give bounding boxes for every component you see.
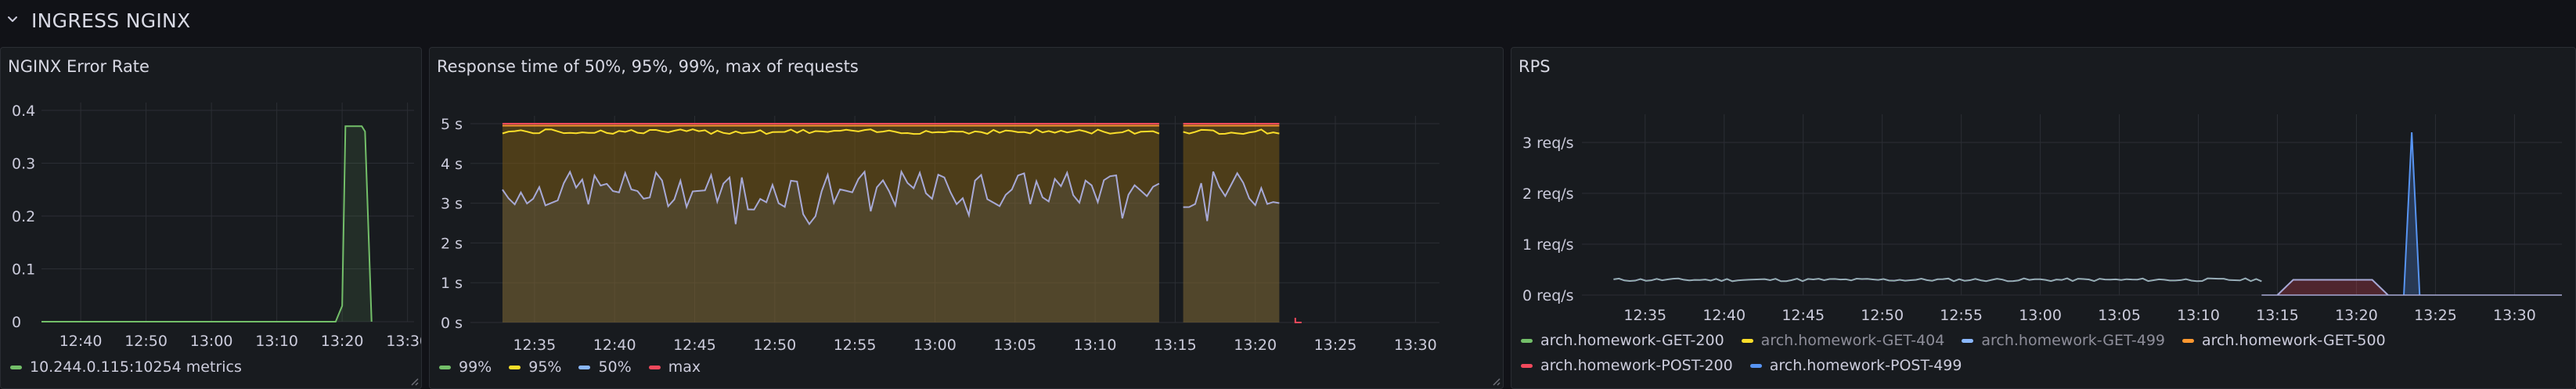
legend-label: 95% bbox=[528, 358, 562, 376]
x-tick-label: 12:40 bbox=[593, 337, 636, 354]
x-tick-label: 12:35 bbox=[513, 337, 556, 354]
legend-item[interactable]: arch.homework-GET-200 bbox=[1521, 331, 1724, 350]
x-tick-label: 12:50 bbox=[124, 333, 168, 350]
x-tick-label: 13:15 bbox=[1154, 337, 1197, 354]
x-tick-label: 13:20 bbox=[1234, 337, 1277, 354]
y-tick-label: 4 s bbox=[441, 156, 463, 173]
legend-label: max bbox=[668, 358, 701, 376]
x-tick-label: 13:05 bbox=[2098, 307, 2141, 324]
error-rate-chart: 0 0.1 0.2 0.3 0.4 12:40 12:50 13:00 13:10 13:20 13… bbox=[12, 103, 422, 350]
legend-label: arch.homework-POST-200 bbox=[1540, 357, 1733, 374]
legend-item[interactable]: 10.244.0.115:10254 metrics bbox=[10, 358, 242, 376]
chevron-down-icon[interactable] bbox=[6, 13, 19, 26]
legend-swatch bbox=[578, 365, 591, 369]
x-tick-label: 12:55 bbox=[834, 337, 877, 354]
row-header[interactable]: INGRESS NGINX bbox=[0, 0, 2576, 41]
x-tick-label: 13:30 bbox=[1394, 337, 1437, 354]
legend-item[interactable]: arch.homework-POST-499 bbox=[1749, 356, 1962, 375]
legend-label: arch.homework-GET-500 bbox=[2202, 332, 2386, 349]
x-tick-label: 13:20 bbox=[321, 333, 364, 350]
x-tick-label: 13:00 bbox=[913, 337, 957, 354]
x-tick-label: 13:25 bbox=[2414, 307, 2457, 324]
x-tick-label: 13:10 bbox=[1074, 337, 1117, 354]
panel-rps[interactable]: RPS 0 req/s 1 req/s 2 req/s 3 req/s 12:35 12:… bbox=[1511, 47, 2576, 389]
x-tick-label: 13:20 bbox=[2335, 307, 2378, 324]
legend-item[interactable]: 50% bbox=[578, 358, 632, 376]
y-tick-label: 1 s bbox=[441, 275, 463, 292]
x-tick-label: 12:50 bbox=[753, 337, 796, 354]
legend-item[interactable]: 99% bbox=[439, 358, 492, 376]
x-tick-label: 12:40 bbox=[1702, 307, 1746, 324]
legend-swatch bbox=[2182, 338, 2195, 343]
y-tick-label: 0.1 bbox=[12, 261, 35, 279]
y-tick-label: 3 req/s bbox=[1522, 135, 1574, 152]
y-tick-label: 3 s bbox=[441, 196, 463, 213]
legend-swatch bbox=[1521, 363, 1533, 368]
legend-swatch bbox=[509, 365, 521, 369]
x-tick-label: 12:45 bbox=[673, 337, 716, 354]
y-tick-label: 0 bbox=[12, 314, 21, 331]
series-line bbox=[1294, 318, 1302, 323]
y-tick-label: 1 req/s bbox=[1522, 236, 1574, 254]
legend-item[interactable]: arch.homework-GET-500 bbox=[2182, 331, 2386, 350]
legend-item[interactable]: max bbox=[648, 358, 701, 376]
y-tick-label: 0 s bbox=[441, 315, 463, 332]
y-tick-label: 2 s bbox=[441, 235, 463, 252]
x-tick-label: 13:00 bbox=[190, 333, 233, 350]
legend-swatch bbox=[648, 365, 661, 369]
legend-label: 10.244.0.115:10254 metrics bbox=[30, 358, 242, 376]
x-tick-label: 12:45 bbox=[1782, 307, 1825, 324]
legend-item[interactable]: arch.homework-POST-200 bbox=[1521, 356, 1733, 375]
series-area bbox=[2404, 132, 2420, 295]
legend-item[interactable]: 95% bbox=[509, 358, 561, 376]
legend-label: 99% bbox=[459, 358, 492, 376]
legend-label: arch.homework-POST-499 bbox=[1769, 357, 1962, 374]
response-time-chart: 0 s 1 s 2 s 3 s 4 s 5 s 12:35 12:40 12:45 12:50 12… bbox=[441, 116, 1439, 354]
legend-swatch bbox=[1749, 363, 1762, 368]
x-tick-label: 12:35 bbox=[1623, 307, 1666, 324]
legend-label: arch.homework-GET-200 bbox=[1540, 332, 1724, 349]
x-tick-label: 13:00 bbox=[2019, 307, 2062, 324]
legend-item[interactable]: arch.homework-GET-404 bbox=[1741, 331, 1945, 350]
resize-handle-icon[interactable] bbox=[1491, 376, 1501, 386]
y-tick-label: 0.4 bbox=[12, 103, 35, 120]
chart-legend: 10.244.0.115:10254 metrics bbox=[10, 358, 412, 376]
chart-legend: 99% 95% 50% max bbox=[439, 358, 1493, 376]
resize-handle-icon[interactable] bbox=[409, 376, 419, 386]
series-area bbox=[502, 171, 1159, 322]
series-area bbox=[2277, 279, 2388, 295]
y-tick-label: 0 req/s bbox=[1522, 287, 1574, 304]
x-tick-label: 13:10 bbox=[2177, 307, 2220, 324]
x-tick-label: 13:25 bbox=[1314, 337, 1357, 354]
panel-nginx-error-rate[interactable]: NGINX Error Rate 0 0.1 0.2 0.3 0.4 12:40 12:50… bbox=[0, 47, 422, 389]
legend-swatch bbox=[1962, 338, 1974, 343]
series-line bbox=[41, 125, 373, 322]
x-tick-label: 13:15 bbox=[2256, 307, 2299, 324]
x-tick-label: 13:10 bbox=[255, 333, 298, 350]
y-tick-label: 0.3 bbox=[12, 156, 35, 173]
y-tick-label: 5 s bbox=[441, 116, 463, 133]
legend-label: arch.homework-GET-404 bbox=[1760, 332, 1945, 349]
series-area bbox=[41, 126, 372, 322]
chart-legend: arch.homework-GET-200 arch.homework-GET-4… bbox=[1521, 331, 2566, 375]
panel-response-time[interactable]: Response time of 50%, 95%, 99%, max of r… bbox=[429, 47, 1504, 389]
x-tick-label: 12:55 bbox=[1940, 307, 1983, 324]
legend-item[interactable]: arch.homework-GET-499 bbox=[1962, 331, 2165, 350]
legend-swatch bbox=[439, 365, 451, 369]
x-tick-label: 13:30 bbox=[2493, 307, 2536, 324]
legend-label: 50% bbox=[598, 358, 632, 376]
x-tick-label: 12:50 bbox=[1861, 307, 1904, 324]
legend-swatch bbox=[10, 365, 22, 369]
y-tick-label: 2 req/s bbox=[1522, 185, 1574, 203]
x-tick-label: 12:40 bbox=[59, 333, 103, 350]
y-tick-label: 0.2 bbox=[12, 208, 35, 225]
x-tick-label: 13:05 bbox=[993, 337, 1036, 354]
row-title[interactable]: INGRESS NGINX bbox=[31, 9, 190, 32]
legend-label: arch.homework-GET-499 bbox=[1981, 332, 2166, 349]
x-tick-label: 13:30 bbox=[386, 333, 422, 350]
legend-swatch bbox=[1741, 338, 1753, 343]
legend-swatch bbox=[1521, 338, 1533, 343]
